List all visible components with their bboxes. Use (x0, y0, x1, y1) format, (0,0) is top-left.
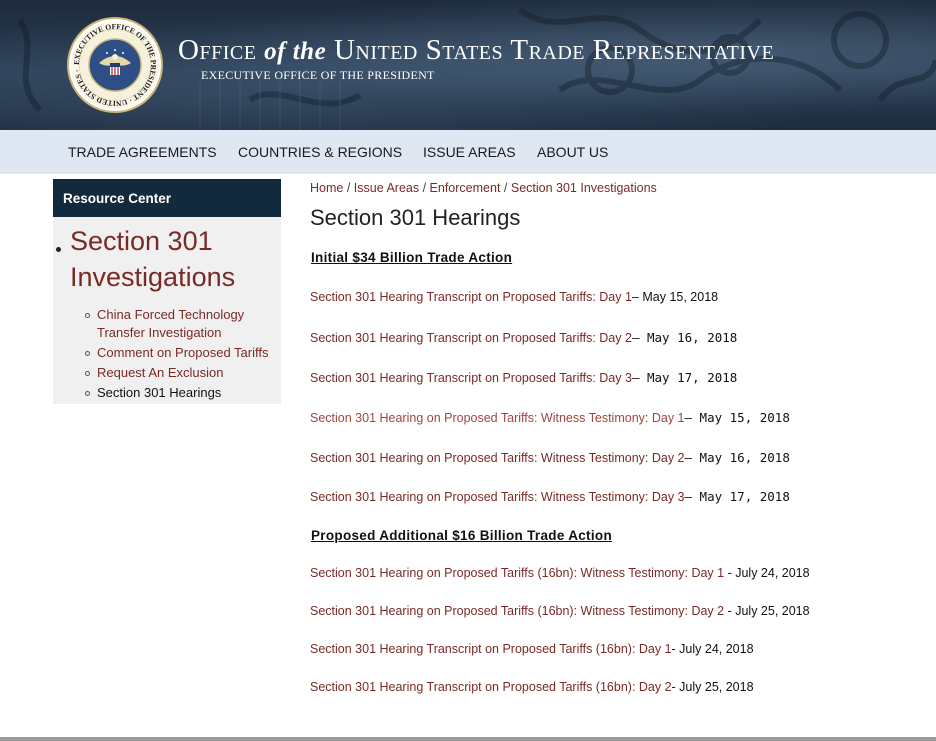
sidebar-subnav: China Forced Technology Transfer Investi… (83, 306, 278, 404)
title-of-the: of the (264, 38, 327, 65)
nav-countries-regions[interactable]: COUNTRIES & REGIONS (238, 144, 402, 160)
ustr-seal-logo[interactable]: EXECUTIVE OFFICE OF THE PRESIDENT · UNIT… (67, 17, 163, 113)
hearing-date: - July 24, 2018 (724, 566, 810, 580)
hearing-link[interactable]: Section 301 Hearing on Proposed Tariffs … (310, 604, 724, 618)
section-heading-16bn: Proposed Additional $16 Billion Trade Ac… (311, 528, 612, 543)
window-bottom-edge (0, 737, 936, 741)
breadcrumb-home[interactable]: Home (310, 181, 343, 195)
nav-about-us[interactable]: ABOUT US (537, 144, 608, 160)
hearing-entry: Section 301 Hearing Transcript on Propos… (310, 290, 718, 304)
breadcrumb-separator: / (503, 181, 511, 195)
sidebar: Resource Center Section 301 Investigatio… (53, 179, 281, 404)
hearing-link[interactable]: Section 301 Hearing Transcript on Propos… (310, 371, 632, 385)
page-title: Section 301 Hearings (310, 205, 521, 230)
hearing-entry: Section 301 Hearing Transcript on Propos… (310, 330, 737, 345)
hearing-date: – May 17, 2018 (684, 489, 790, 504)
hearing-link[interactable]: Section 301 Hearing Transcript on Propos… (310, 290, 632, 304)
breadcrumb-separator: / (346, 181, 354, 195)
hearing-entry: Section 301 Hearing on Proposed Tariffs … (310, 604, 810, 618)
hearing-date: – May 17, 2018 (631, 370, 738, 385)
hearing-entry: Section 301 Hearing on Proposed Tariffs:… (310, 410, 790, 425)
hearing-date: – May 16, 2018 (684, 450, 790, 465)
hearing-entry: Section 301 Hearing on Proposed Tariffs … (310, 566, 810, 580)
breadcrumb-separator: / (422, 181, 430, 195)
sidebar-item-section-301-hearings[interactable]: Section 301 Hearings (83, 384, 278, 402)
hearing-link[interactable]: Section 301 Hearing on Proposed Tariffs:… (310, 411, 685, 425)
breadcrumb: Home / Issue Areas / Enforcement / Secti… (310, 181, 657, 195)
main-nav: TRADE AGREEMENTS COUNTRIES & REGIONS ISS… (0, 130, 936, 174)
hearing-link[interactable]: Section 301 Hearing on Proposed Tariffs … (310, 566, 724, 580)
bullet-icon (56, 247, 61, 252)
hearing-link[interactable]: Section 301 Hearing Transcript on Propos… (310, 642, 672, 656)
hearing-link[interactable]: Section 301 Hearing Transcript on Propos… (310, 331, 632, 345)
nav-issue-areas[interactable]: ISSUE AREAS (423, 144, 516, 160)
site-title[interactable]: Office of the United States Trade Repres… (178, 34, 774, 67)
hearing-date: – May 15, 2018 (684, 410, 790, 425)
hearing-link[interactable]: Section 301 Hearing on Proposed Tariffs:… (310, 451, 685, 465)
hearing-date: – May 16, 2018 (631, 330, 738, 345)
hearing-link[interactable]: Section 301 Hearing Transcript on Propos… (310, 680, 672, 694)
sidebar-heading: Resource Center (53, 179, 281, 217)
hearing-entry: Section 301 Hearing Transcript on Propos… (310, 680, 754, 694)
sidebar-item-china-forced-technology[interactable]: China Forced Technology Transfer Investi… (83, 306, 278, 342)
sidebar-item-comment-proposed-tariffs[interactable]: Comment on Proposed Tariffs (83, 344, 278, 362)
eagle-seal-icon: EXECUTIVE OFFICE OF THE PRESIDENT · UNIT… (69, 19, 158, 108)
breadcrumb-section-301[interactable]: Section 301 Investigations (511, 181, 657, 195)
hearing-entry: Section 301 Hearing Transcript on Propos… (310, 370, 737, 385)
hearing-entry: Section 301 Hearing on Proposed Tariffs:… (310, 450, 790, 465)
site-subtitle: EXECUTIVE OFFICE OF THE PRESIDENT (201, 68, 435, 82)
hearing-date: – May 15, 2018 (631, 290, 719, 304)
breadcrumb-enforcement[interactable]: Enforcement (430, 181, 501, 195)
breadcrumb-issue-areas[interactable]: Issue Areas (354, 181, 419, 195)
title-office: Office (178, 34, 257, 66)
hearing-entry: Section 301 Hearing Transcript on Propos… (310, 642, 754, 656)
hearing-entry: Section 301 Hearing on Proposed Tariffs:… (310, 489, 790, 504)
section-heading-34bn: Initial $34 Billion Trade Action (311, 250, 513, 265)
sidebar-item-request-exclusion[interactable]: Request An Exclusion (83, 364, 278, 382)
sidebar-current-section[interactable]: Section 301 Investigations (70, 223, 275, 295)
nav-trade-agreements[interactable]: TRADE AGREEMENTS (68, 144, 217, 160)
title-agency: United States Trade Representative (333, 34, 775, 66)
hearing-link[interactable]: Section 301 Hearing on Proposed Tariffs:… (310, 490, 685, 504)
hearing-date: - July 25, 2018 (671, 680, 754, 694)
site-header: EXECUTIVE OFFICE OF THE PRESIDENT · UNIT… (0, 0, 936, 130)
hearing-date: - July 24, 2018 (671, 642, 754, 656)
hearing-date: - July 25, 2018 (724, 604, 810, 618)
